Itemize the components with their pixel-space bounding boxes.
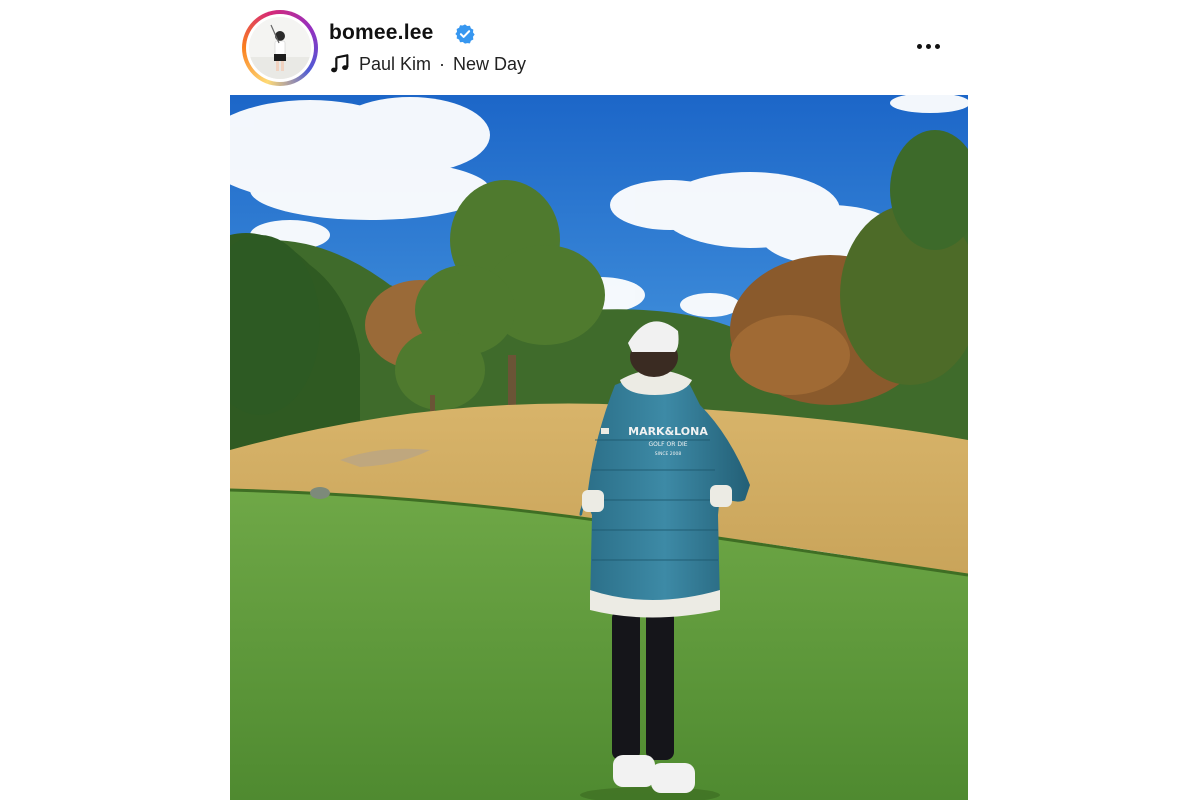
- golf-course-photo: MARK&LONA GOLF OR DIE SINCE 2008: [230, 95, 968, 800]
- avatar[interactable]: [249, 17, 311, 79]
- more-options-icon: [916, 43, 922, 49]
- verified-badge-icon: [455, 24, 475, 44]
- instagram-post: bomee.lee Paul Kim · New Day MARK&LONA G…: [230, 0, 970, 800]
- music-separator: ·: [439, 53, 446, 74]
- jacket-since-text: SINCE 2008: [655, 451, 682, 457]
- story-ring[interactable]: [242, 10, 318, 86]
- jacket-patch: [601, 428, 609, 434]
- music-song: New Day: [453, 53, 527, 74]
- jacket-tagline-text: GOLF OR DIE: [648, 441, 687, 448]
- music-note-icon: [331, 54, 349, 73]
- music-attribution[interactable]: Paul Kim · New Day: [329, 52, 526, 76]
- music-artist: Paul Kim: [359, 53, 432, 74]
- more-options-button[interactable]: [908, 34, 948, 58]
- post-photo[interactable]: MARK&LONA GOLF OR DIE SINCE 2008: [230, 95, 968, 800]
- post-header: bomee.lee Paul Kim · New Day: [230, 0, 970, 95]
- avatar-image: [249, 17, 311, 79]
- jacket-brand-text: MARK&LONA: [628, 425, 708, 438]
- username[interactable]: bomee.lee: [329, 21, 434, 45]
